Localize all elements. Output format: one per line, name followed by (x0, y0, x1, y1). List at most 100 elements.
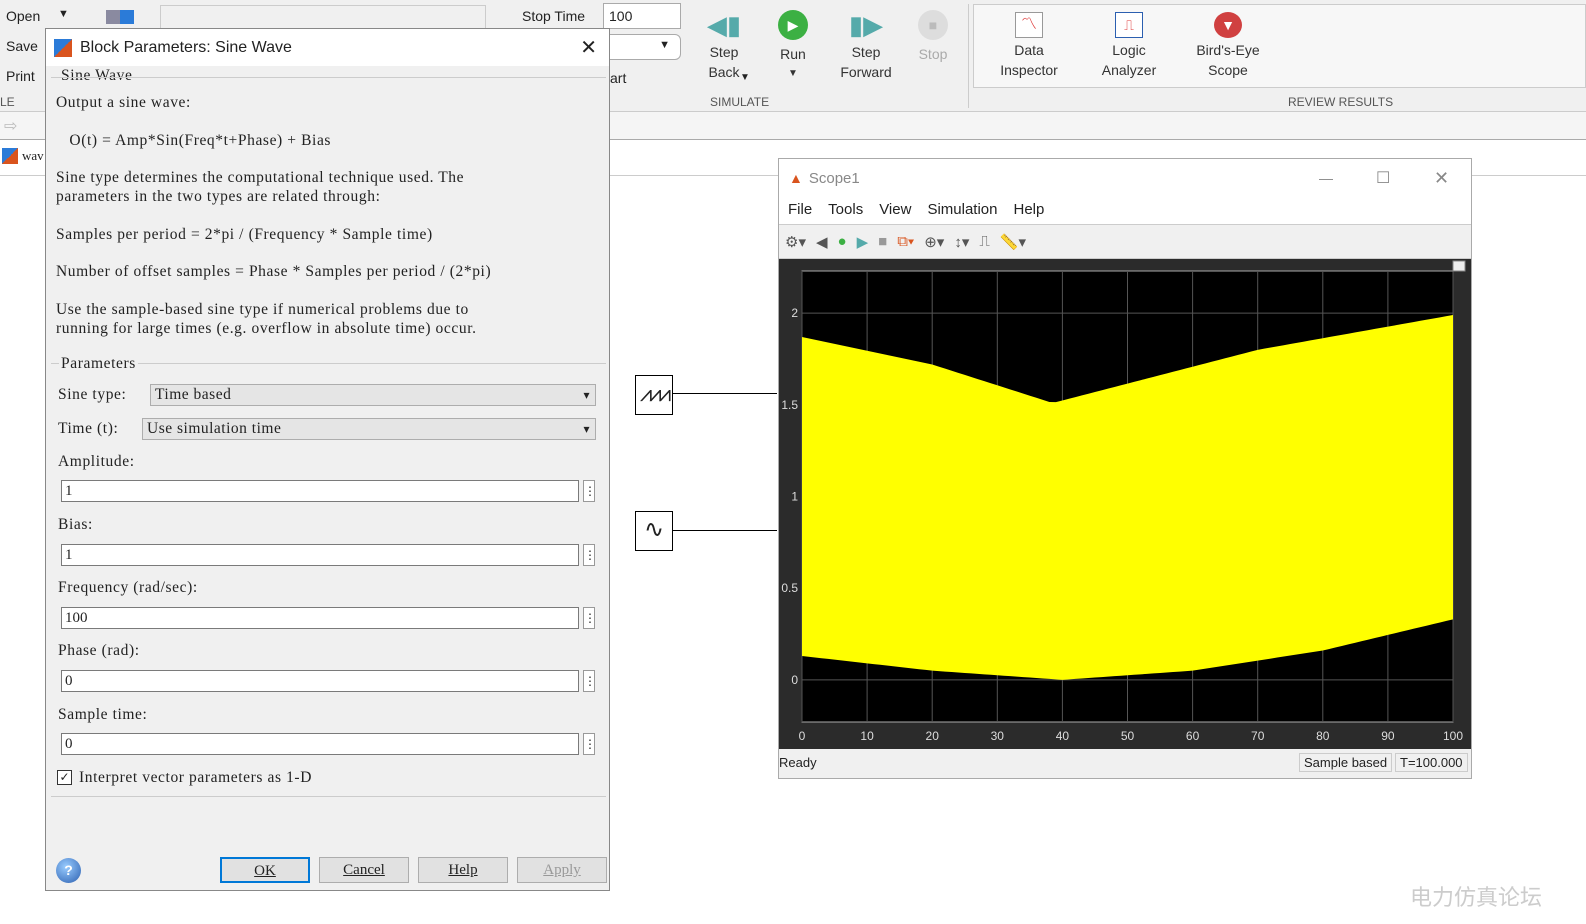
menu-simulation[interactable]: Simulation (927, 201, 997, 220)
ok-button[interactable]: OK (220, 857, 310, 883)
dialog-title: Block Parameters: Sine Wave (80, 38, 292, 56)
scope-window: ▲ Scope1 — ☐ ✕ File Tools View Simulatio… (778, 158, 1472, 779)
help-button[interactable]: Help (418, 857, 508, 883)
library-icon[interactable] (106, 10, 134, 24)
x-tick-label: 40 (1056, 729, 1070, 743)
x-tick-label: 90 (1381, 729, 1395, 743)
measurements-icon[interactable]: 📏▾ (1000, 233, 1026, 251)
more-options-icon[interactable]: ⋮ (583, 607, 596, 629)
description-line: Samples per period = 2*pi / (Frequency *… (56, 226, 433, 243)
close-icon[interactable]: ✕ (580, 35, 597, 60)
more-options-icon[interactable]: ⋮ (583, 544, 596, 566)
dialog-title-bar: Block Parameters: Sine Wave ✕ (46, 29, 609, 66)
minimize-icon[interactable]: — (1319, 170, 1333, 186)
sample-time-input[interactable]: 0 (61, 733, 579, 755)
time-label: Time (t): (58, 420, 119, 437)
y-tick-label: 0.5 (781, 581, 798, 595)
model-tab[interactable]: wav (2, 148, 44, 164)
group-title: Sine Wave (59, 67, 135, 85)
run-icon[interactable]: ● (838, 233, 847, 250)
menu-help[interactable]: Help (1014, 201, 1045, 220)
autoscale-icon[interactable]: ↕▾ (954, 233, 969, 251)
frequency-input[interactable]: 100 (61, 607, 579, 629)
y-tick-label: 0 (791, 673, 798, 687)
sine-type-select[interactable]: Time based (150, 384, 596, 406)
phase-input[interactable]: 0 (61, 670, 579, 692)
highlight-block-icon[interactable]: ⧉▾ (897, 233, 914, 250)
save-button[interactable]: Save (6, 38, 38, 54)
review-section-label: REVIEW RESULTS (1288, 95, 1394, 109)
help-icon[interactable]: ? (56, 858, 81, 883)
expand-axes-icon (1452, 260, 1466, 272)
sawtooth-block[interactable]: ⩘⩘⩘ (635, 375, 673, 415)
y-tick-label: 1 (791, 490, 798, 504)
menu-file[interactable]: File (788, 201, 812, 220)
step-back-dropdown[interactable]: ▼ (740, 72, 750, 83)
x-tick-label: 60 (1186, 729, 1200, 743)
x-tick-label: 70 (1251, 729, 1265, 743)
description-line: O(t) = Amp*Sin(Freq*t+Phase) + Bias (56, 132, 332, 149)
zoom-icon[interactable]: ⊕▾ (924, 233, 944, 251)
status-text: Ready (779, 755, 817, 770)
step-back-button[interactable]: ◀▮ Step Back (696, 8, 752, 82)
sine-type-label: Sine type: (58, 386, 127, 403)
logic-analyzer-button[interactable]: ⎍ Logic Analyzer (1092, 12, 1166, 80)
more-options-icon[interactable]: ⋮ (583, 733, 596, 755)
settings-gear-icon[interactable]: ⚙▾ (785, 233, 806, 251)
menu-tools[interactable]: Tools (828, 201, 863, 220)
run-dropdown-icon[interactable]: ▼ (770, 64, 816, 84)
stop-time-input[interactable]: 100 (603, 3, 681, 29)
stop-time-label: Stop Time (522, 8, 586, 24)
stop-icon[interactable]: ■ (878, 233, 887, 250)
scope-title: Scope1 (808, 169, 860, 187)
more-options-icon[interactable]: ⋮ (583, 670, 596, 692)
amplitude-label: Amplitude: (58, 453, 135, 470)
cancel-button[interactable]: Cancel (319, 857, 409, 883)
step-back-icon[interactable]: ◀ (816, 233, 828, 251)
step-forward-button[interactable]: ▮▶ Step Forward (836, 8, 896, 82)
run-button[interactable]: ▶ Run ▼ (770, 8, 816, 84)
birds-eye-scope-button[interactable]: ▼ Bird's-Eye Scope (1186, 12, 1270, 80)
data-inspector-button[interactable]: 〽 Data Inspector (992, 12, 1066, 80)
time-select[interactable]: Use simulation time (142, 418, 596, 440)
logic-analyzer-icon: ⎍ (1115, 12, 1143, 38)
sample-mode-indicator: Sample based (1299, 753, 1393, 772)
maximize-icon[interactable]: ☐ (1376, 168, 1390, 188)
menu-view[interactable]: View (879, 201, 911, 220)
close-icon[interactable]: ✕ (1434, 168, 1449, 189)
print-button[interactable]: Print (6, 68, 35, 84)
scope-title-bar: ▲ Scope1 — ☐ ✕ (779, 159, 1471, 197)
checkbox-label: Interpret vector parameters as 1-D (79, 769, 312, 786)
x-tick-label: 0 (799, 729, 806, 743)
x-tick-label: 20 (926, 729, 940, 743)
hidden-label: art (610, 70, 627, 86)
more-options-icon[interactable]: ⋮ (583, 480, 596, 502)
open-button[interactable]: Open (6, 8, 40, 24)
block-parameters-dialog: Block Parameters: Sine Wave ✕ Sine Wave … (45, 28, 610, 891)
stop-button[interactable]: ■ Stop (910, 8, 956, 64)
bias-label: Bias: (58, 516, 93, 533)
forward-arrow-icon[interactable]: ⇨ (4, 116, 17, 136)
mode-dropdown[interactable]: ▼ (609, 34, 681, 60)
sine-wave-block[interactable]: ∿ (635, 511, 673, 551)
x-tick-label: 10 (860, 729, 874, 743)
apply-button[interactable]: Apply (517, 857, 607, 883)
open-dropdown-icon[interactable]: ▼ (58, 8, 69, 20)
step-forward-icon[interactable]: ▶ (857, 233, 869, 251)
triggers-icon[interactable]: ⎍ (979, 233, 990, 250)
divider (968, 4, 969, 108)
simulate-section-label: SIMULATE (710, 95, 770, 109)
watermark: 电力仿真论坛 (1410, 886, 1543, 911)
scope-plot[interactable]: 0 10 20 30 40 50 60 70 80 90 100 0 0.5 1 1.5 2 (779, 259, 1471, 749)
birds-eye-icon: ▼ (1214, 12, 1242, 38)
amplitude-input[interactable]: 1 (61, 480, 579, 502)
model-icon (2, 148, 18, 164)
interpret-vector-checkbox[interactable]: ✓ (57, 770, 72, 785)
x-tick-label: 100 (1443, 729, 1463, 743)
step-back-icon: ◀▮ (706, 10, 742, 40)
description-line: Number of offset samples = Phase * Sampl… (56, 263, 492, 280)
time-indicator: T=100.000 (1395, 753, 1468, 772)
bias-input[interactable]: 1 (61, 544, 579, 566)
file-section-label: LE (0, 95, 15, 109)
scope-toolbar: ⚙▾ ◀ ● ▶ ■ ⧉▾ ⊕▾ ↕▾ ⎍ 📏▾ (779, 225, 1471, 259)
